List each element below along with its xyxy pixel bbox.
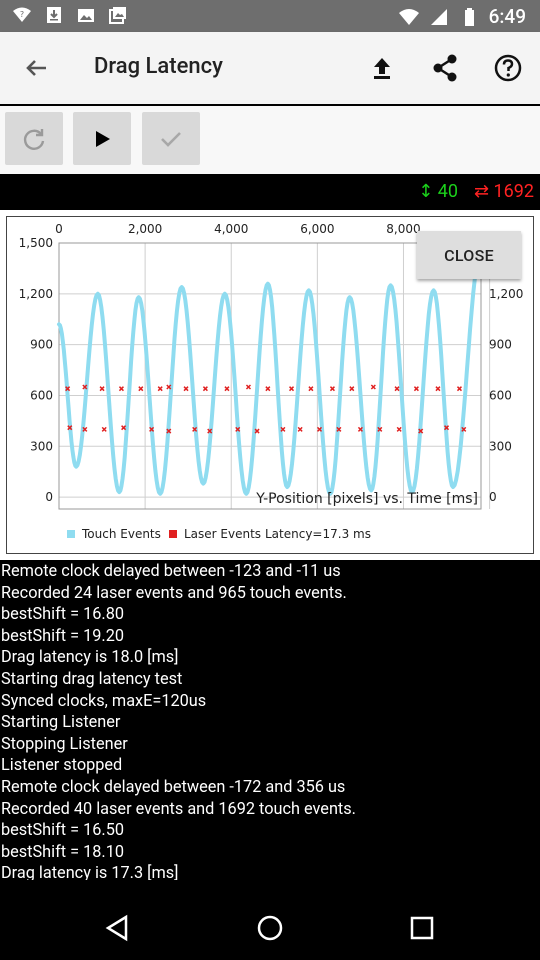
log-line: Starting drag latency test: [1, 668, 183, 688]
y-tick-label-right: 900: [489, 338, 512, 352]
photo-library-icon: [109, 7, 126, 24]
y-tick-label-left: 300: [30, 439, 53, 453]
x-tick-label: 2,000: [128, 222, 162, 236]
laser-event-point: [183, 386, 189, 392]
log-line: bestShift = 16.50: [1, 820, 124, 840]
notification-icons: ?: [12, 5, 128, 25]
laser-event-point: [99, 386, 105, 392]
touch-events-line: [57, 249, 483, 496]
check-icon: [161, 131, 181, 147]
upload-icon[interactable]: [366, 52, 398, 84]
photo-icon: [78, 9, 94, 22]
laser-event-point: [138, 386, 144, 392]
y-tick-label-left: 900: [30, 338, 53, 352]
laser-event-point: [297, 426, 303, 432]
action-toolbar: [0, 106, 540, 174]
laser-event-point: [456, 386, 462, 392]
share-icon[interactable]: [429, 52, 461, 84]
log-line: Remote clock delayed between -123 and -1…: [1, 561, 341, 580]
laser-event-point: [289, 386, 295, 392]
help-icon[interactable]: [492, 52, 524, 84]
log-line: bestShift = 16.80: [1, 604, 124, 624]
y-tick-label-right: 600: [489, 388, 512, 402]
y-tick-label-left: 0: [45, 490, 53, 504]
laser-event-point: [245, 384, 251, 390]
x-tick-label: 8,000: [386, 222, 420, 236]
laser-event-point: [396, 426, 402, 432]
refresh-button[interactable]: [5, 112, 63, 165]
clock: 6:49: [488, 5, 526, 28]
back-nav-icon[interactable]: [102, 912, 134, 944]
log-line: Remote clock delayed between -172 and 35…: [1, 776, 346, 796]
status-bar: ? 6:49: [0, 0, 540, 32]
touch-event-count: ⇄ 1692: [473, 181, 534, 202]
download-icon: [47, 7, 61, 23]
app-bar: Drag Latency: [0, 32, 540, 104]
laser-event-point: [435, 386, 441, 392]
laser-event-count: ↕ 40: [418, 181, 458, 202]
laser-event-point: [265, 386, 271, 392]
y-tick-label-left: 600: [30, 388, 53, 402]
log-output: Remote clock delayed between -123 and -1…: [0, 560, 540, 880]
log-line: Drag latency is 17.3 [ms]: [1, 863, 179, 880]
log-line: Recorded 40 laser events and 1692 touch …: [1, 798, 356, 818]
laser-event-point: [349, 386, 355, 392]
log-line: Drag latency is 18.0 [ms]: [1, 647, 179, 667]
latency-chart: 0 2,000 4,000 6,000 8,000 0 300 600 900 1,200 1,50…: [6, 216, 534, 554]
wifi-question-icon: ?: [13, 7, 31, 22]
legend-latency-label: Latency=17.3 ms: [265, 527, 371, 541]
laser-event-point: [413, 386, 419, 392]
y-tick-label-right: 1,200: [489, 287, 523, 301]
y-tick-label-left: 1,500: [19, 236, 53, 250]
legend-swatch-laser: [169, 530, 177, 538]
legend-touch-label: Touch Events: [81, 527, 161, 541]
chart-panel: 0 2,000 4,000 6,000 8,000 0 300 600 900 1,200 1,50…: [0, 210, 540, 560]
log-line: Synced clocks, maxE=120us: [1, 690, 207, 710]
log-line: Starting Listener: [1, 712, 121, 732]
play-icon: [96, 130, 110, 147]
battery-icon: [464, 7, 474, 26]
log-line: Listener stopped: [1, 755, 123, 775]
close-chart-button[interactable]: CLOSE: [417, 231, 521, 279]
svg-text:?: ?: [20, 10, 24, 19]
laser-event-point: [329, 386, 335, 392]
signal-icon: [430, 8, 447, 25]
log-line: bestShift = 18.10: [1, 841, 124, 861]
laser-event-point: [370, 384, 376, 390]
event-counts-bar: ↕ 40 ⇄ 1692: [0, 174, 540, 210]
play-button[interactable]: [73, 112, 131, 165]
y-tick-label-left: 1,200: [19, 287, 53, 301]
laser-event-point: [118, 386, 124, 392]
laser-event-point: [308, 386, 314, 392]
x-tick-label: 4,000: [214, 222, 248, 236]
log-line: bestShift = 19.20: [1, 625, 124, 645]
laser-event-point: [224, 386, 230, 392]
log-line: Stopping Listener: [1, 733, 128, 753]
navigation-bar: [0, 896, 540, 960]
laser-event-point: [157, 386, 163, 392]
legend-swatch-touch: [67, 530, 75, 538]
x-tick-label: 0: [55, 222, 63, 236]
wifi-icon: [398, 8, 419, 25]
chart-axis-annotation: Y-Position [pixels] vs. Time [ms]: [255, 491, 478, 507]
y-tick-label-right: 0: [489, 490, 497, 504]
back-arrow-icon[interactable]: [20, 52, 52, 84]
laser-event-point: [202, 386, 208, 392]
laser-event-point: [101, 426, 107, 432]
y-tick-label-right: 300: [489, 439, 512, 453]
home-nav-icon[interactable]: [254, 912, 286, 944]
legend-laser-label: Laser Events: [184, 527, 261, 541]
refresh-icon: [23, 128, 45, 150]
page-title: Drag Latency: [94, 54, 223, 79]
recents-nav-icon[interactable]: [406, 912, 438, 944]
x-tick-label: 6,000: [300, 222, 334, 236]
laser-event-point: [394, 386, 400, 392]
log-line: Recorded 24 laser events and 965 touch e…: [1, 582, 347, 602]
check-button[interactable]: [142, 112, 200, 165]
